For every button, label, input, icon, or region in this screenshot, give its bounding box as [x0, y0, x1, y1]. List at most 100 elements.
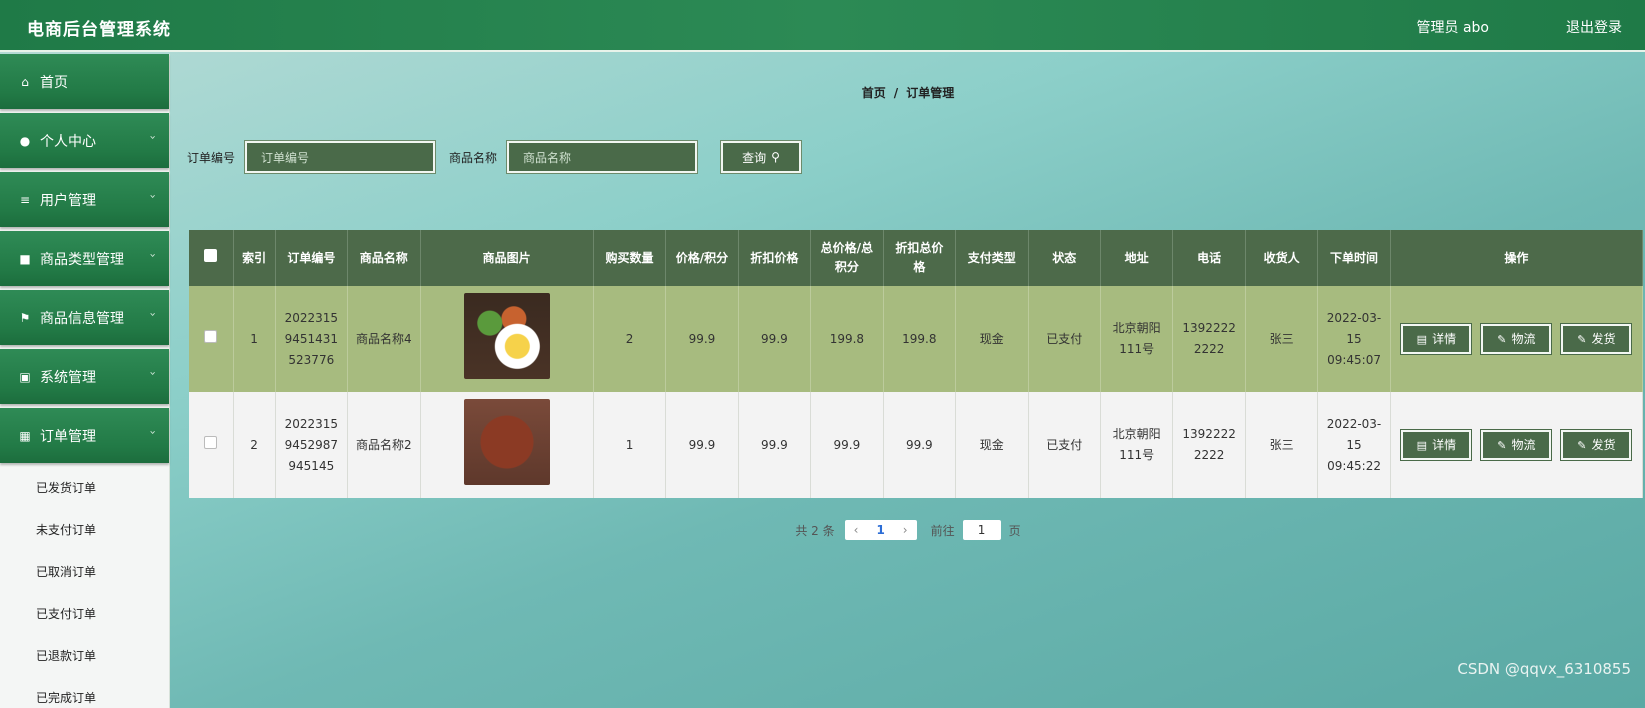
order-no-input[interactable]: 订单编号 [244, 140, 437, 174]
column-header: 收货人 [1245, 230, 1319, 286]
column-header: 折扣价格 [738, 230, 812, 286]
select-all-checkbox[interactable] [204, 248, 218, 262]
row-checkbox[interactable] [204, 435, 218, 449]
cell-pay-type: 现金 [955, 286, 1029, 392]
sidebar-item-product-types[interactable]: ■ 商品类型管理 › [0, 231, 169, 286]
cell-price: 99.9 [665, 392, 739, 498]
cell-receiver: 张三 [1245, 286, 1319, 392]
cell-qty: 1 [593, 392, 667, 498]
sidebar-item-label: 系统管理 [40, 369, 96, 386]
detail-button-label: 详情 [1432, 331, 1457, 346]
breadcrumb-home[interactable]: 首页 [862, 86, 886, 100]
logout-link[interactable]: 退出登录 [1566, 17, 1622, 37]
chevron-down-icon: › [146, 312, 160, 317]
search-bar: 订单编号 订单编号 商品名称 商品名称 查询 ⚲ [187, 140, 803, 174]
cell-product: 商品名称2 [347, 392, 421, 498]
chevron-down-icon: › [146, 430, 160, 435]
submenu-shipped-orders[interactable]: 已发货订单 [0, 467, 169, 509]
sidebar-item-products[interactable]: ⚑ 商品信息管理 › [0, 290, 169, 345]
sidebar-item-profile[interactable]: ● 个人中心 › [0, 113, 169, 168]
logistics-button[interactable]: ✎ 物流 [1480, 323, 1553, 355]
cell-status: 已支付 [1028, 392, 1101, 498]
orders-table: 索引 订单编号 商品名称 商品图片 购买数量 价格/积分 折扣价格 总价格/总积… [189, 230, 1644, 498]
table-row[interactable]: 2 20223159452987945145 商品名称2 1 99.9 99.9… [189, 392, 1644, 498]
submenu-refunded-orders[interactable]: 已退款订单 [0, 635, 169, 677]
column-header: 索引 [233, 230, 276, 286]
submenu-unpaid-orders[interactable]: 未支付订单 [0, 509, 169, 551]
breadcrumb: 首页 / 订单管理 [171, 84, 1645, 101]
row-select-cell[interactable] [189, 286, 234, 392]
column-header: 总价格/总积分 [810, 230, 884, 286]
table-header-row: 索引 订单编号 商品名称 商品图片 购买数量 价格/积分 折扣价格 总价格/总积… [189, 230, 1644, 286]
chevron-down-icon: › [146, 194, 160, 199]
cell-time: 2022-03-15 09:45:22 [1317, 392, 1391, 498]
column-header: 电话 [1172, 230, 1246, 286]
select-all-cell[interactable] [189, 230, 234, 286]
pencil-icon: ✎ [1577, 332, 1587, 346]
order-no-label: 订单编号 [187, 150, 236, 165]
column-header: 状态 [1028, 230, 1101, 286]
logistics-button-label: 物流 [1511, 331, 1536, 346]
submenu-paid-orders[interactable]: 已支付订单 [0, 593, 169, 635]
product-name-input[interactable]: 商品名称 [506, 140, 699, 174]
column-header: 地址 [1100, 230, 1174, 286]
ship-button[interactable]: ✎ 发货 [1560, 429, 1633, 461]
product-name-label: 商品名称 [449, 150, 498, 165]
goto-page-input[interactable]: 1 [962, 520, 1001, 540]
page-unit-label: 页 [1008, 523, 1021, 538]
grid-icon: ▦ [19, 428, 31, 443]
pagination: 共 2 条 ‹ 1 › 前往 1 页 [171, 520, 1645, 540]
cell-address: 北京朝阳111号 [1100, 286, 1174, 392]
logistics-button[interactable]: ✎ 物流 [1480, 429, 1553, 461]
sidebar: ⌂ 首页 ● 个人中心 › ≡ 用户管理 › ■ 商品类型管理 › ⚑ 商品信息… [0, 54, 170, 708]
cell-discount-total: 199.8 [883, 286, 957, 392]
home-icon: ⌂ [21, 74, 29, 89]
sidebar-item-label: 用户管理 [40, 192, 96, 209]
orders-submenu: 已发货订单 未支付订单 已取消订单 已支付订单 已退款订单 已完成订单 [0, 467, 169, 708]
document-icon: ▤ [1416, 438, 1428, 452]
cell-pay-type: 现金 [955, 392, 1029, 498]
detail-button[interactable]: ▤ 详情 [1400, 323, 1473, 355]
cell-status: 已支付 [1028, 286, 1101, 392]
submenu-completed-orders[interactable]: 已完成订单 [0, 677, 169, 708]
cell-image [420, 286, 594, 392]
row-select-cell[interactable] [189, 392, 234, 498]
page-number-current[interactable]: 1 [867, 523, 893, 537]
submenu-cancelled-orders[interactable]: 已取消订单 [0, 551, 169, 593]
chevron-down-icon: › [146, 253, 160, 258]
column-header: 商品名称 [347, 230, 421, 286]
sidebar-item-orders[interactable]: ▦ 订单管理 › [0, 408, 169, 463]
cell-index: 1 [233, 286, 276, 392]
detail-button-label: 详情 [1432, 437, 1457, 452]
query-button[interactable]: 查询 ⚲ [720, 140, 803, 174]
clipboard-icon: ▣ [19, 369, 31, 384]
cell-total: 199.8 [810, 286, 884, 392]
user-icon: ● [19, 133, 31, 148]
next-page-button[interactable]: › [894, 523, 917, 537]
sidebar-item-label: 首页 [40, 74, 68, 91]
table-row[interactable]: 1 20223159451431523776 商品名称4 2 99.9 99.9… [189, 286, 1644, 392]
detail-button[interactable]: ▤ 详情 [1400, 429, 1473, 461]
cell-phone: 13922222222 [1172, 286, 1246, 392]
app-title: 电商后台管理系统 [27, 20, 171, 40]
query-button-label: 查询 [742, 150, 767, 165]
ship-button[interactable]: ✎ 发货 [1560, 323, 1633, 355]
list-icon: ≡ [19, 192, 31, 207]
document-icon: ▤ [1416, 332, 1428, 346]
ship-button-label: 发货 [1591, 437, 1616, 452]
briefcase-icon: ■ [19, 251, 31, 266]
column-header: 折扣总价格 [883, 230, 957, 286]
prev-page-button[interactable]: ‹ [845, 523, 868, 537]
cell-address: 北京朝阳111号 [1100, 392, 1174, 498]
cell-time: 2022-03-15 09:45:07 [1317, 286, 1391, 392]
cell-total: 99.9 [810, 392, 884, 498]
cell-index: 2 [233, 392, 276, 498]
product-image [463, 292, 550, 379]
sidebar-item-home[interactable]: ⌂ 首页 [0, 54, 169, 109]
cell-receiver: 张三 [1245, 392, 1319, 498]
row-checkbox[interactable] [204, 329, 218, 343]
cell-phone: 13922222222 [1172, 392, 1246, 498]
sidebar-item-users[interactable]: ≡ 用户管理 › [0, 172, 169, 227]
sidebar-item-system[interactable]: ▣ 系统管理 › [0, 349, 169, 404]
column-header: 操作 [1390, 230, 1644, 286]
